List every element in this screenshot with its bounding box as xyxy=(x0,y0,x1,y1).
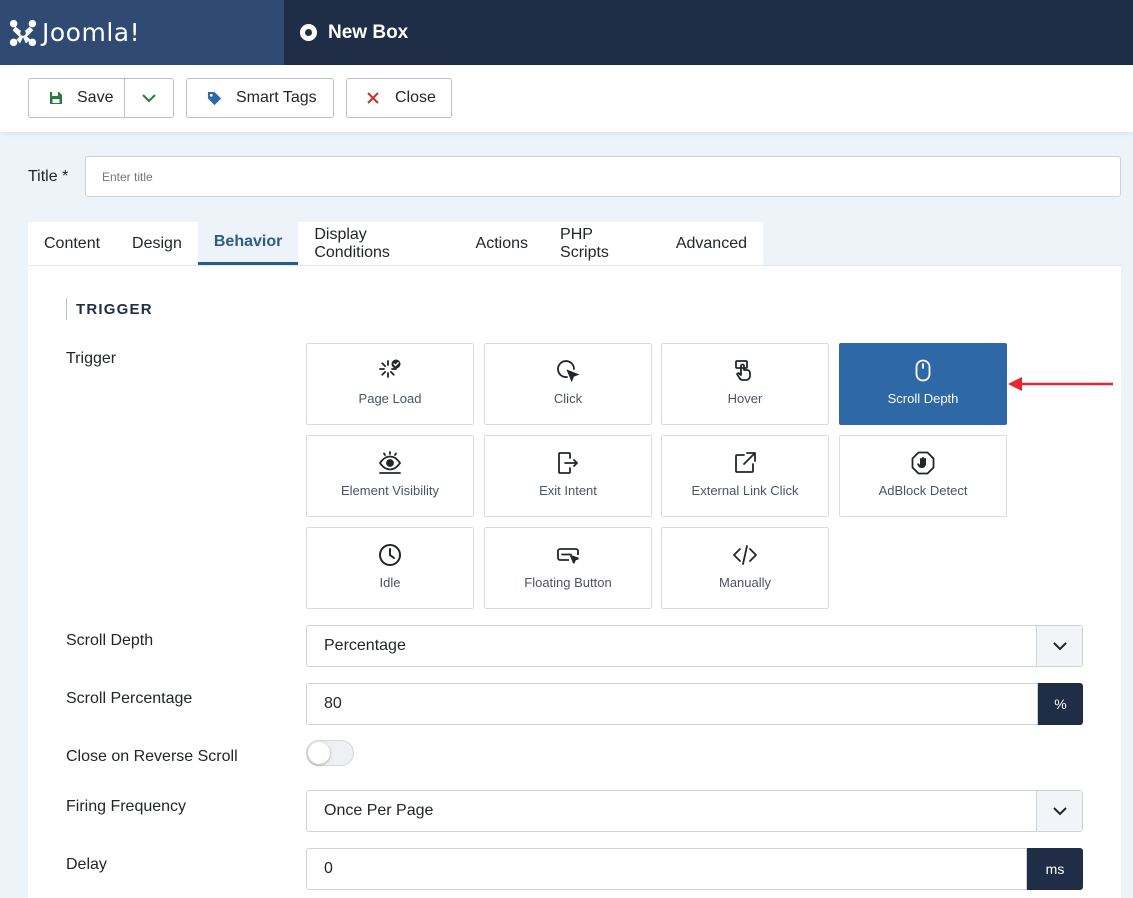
title-label: Title * xyxy=(28,168,69,185)
exit-icon xyxy=(558,452,578,474)
close-on-reverse-toggle[interactable] xyxy=(306,740,354,766)
tab-bar: Content Design Behavior Display Conditio… xyxy=(28,222,763,265)
trigger-label: Trigger xyxy=(66,350,117,367)
trigger-option-label: Exit Intent xyxy=(539,483,597,498)
trigger-external-link-click[interactable]: External Link Click xyxy=(661,435,829,517)
adblock-icon xyxy=(911,451,935,475)
trigger-idle[interactable]: Idle xyxy=(306,527,474,609)
code-icon xyxy=(733,545,757,565)
toggle-knob xyxy=(308,742,330,764)
trigger-option-label: Element Visibility xyxy=(340,483,440,498)
tab-design[interactable]: Design xyxy=(116,222,198,265)
chevron-down-icon xyxy=(142,94,156,103)
eye-icon xyxy=(378,451,402,474)
trigger-option-label: Hover xyxy=(727,391,763,406)
trigger-options: Page Load Click Hover Scroll Depth Eleme… xyxy=(306,343,1007,609)
section-heading: TRIGGER xyxy=(66,298,153,320)
firing-frequency-label: Firing Frequency xyxy=(66,798,187,815)
floating-button-icon xyxy=(557,548,579,564)
save-options-dropdown[interactable] xyxy=(125,79,173,117)
ms-unit: ms xyxy=(1027,848,1083,890)
click-icon xyxy=(557,360,580,383)
delay-label: Delay xyxy=(66,856,107,873)
trigger-floating-button[interactable]: Floating Button xyxy=(484,527,652,609)
trigger-option-label: Floating Button xyxy=(524,575,612,590)
trigger-option-label: AdBlock Detect xyxy=(878,483,968,498)
tab-content[interactable]: Content xyxy=(28,222,116,265)
hover-icon xyxy=(735,360,751,381)
trigger-element-visibility[interactable]: Element Visibility xyxy=(306,435,474,517)
trigger-option-label: Page Load xyxy=(358,391,422,406)
tag-icon xyxy=(207,91,222,106)
joomla-logo[interactable]: Joomla! xyxy=(0,0,284,65)
smart-tags-button[interactable]: Smart Tags xyxy=(186,78,334,118)
save-button[interactable]: Save xyxy=(29,79,125,117)
scroll-percentage-group: 80 % xyxy=(306,683,1083,725)
title-input[interactable] xyxy=(85,156,1121,197)
trigger-option-label: Idle xyxy=(379,575,401,590)
trigger-option-label: Scroll Depth xyxy=(887,391,959,406)
tab-advanced[interactable]: Advanced xyxy=(660,222,763,265)
trigger-manually[interactable]: Manually xyxy=(661,527,829,609)
firing-frequency-select[interactable]: Once Per Page xyxy=(306,790,1083,832)
external-link-icon xyxy=(735,452,756,473)
close-on-reverse-label: Close on Reverse Scroll xyxy=(66,748,238,765)
tab-behavior[interactable]: Behavior xyxy=(197,222,299,265)
trigger-scroll-depth[interactable]: Scroll Depth xyxy=(839,343,1007,425)
smart-tags-label: Smart Tags xyxy=(236,89,317,106)
record-icon xyxy=(300,24,317,41)
trigger-exit-intent[interactable]: Exit Intent xyxy=(484,435,652,517)
close-button[interactable]: Close xyxy=(346,78,452,118)
save-button-group: Save xyxy=(28,78,174,118)
chevron-down-icon xyxy=(1036,626,1082,666)
toolbar: Save Smart Tags Close xyxy=(0,65,1133,132)
joomla-icon xyxy=(9,19,37,46)
mouse-icon xyxy=(915,359,931,382)
close-label: Close xyxy=(395,89,436,106)
close-icon xyxy=(367,92,379,104)
delay-input[interactable]: 0 xyxy=(306,848,1027,890)
scroll-depth-label: Scroll Depth xyxy=(66,632,154,649)
save-label: Save xyxy=(77,89,114,106)
scroll-percentage-input[interactable]: 80 xyxy=(306,683,1038,725)
page-title: New Box xyxy=(300,0,408,65)
scroll-depth-select[interactable]: Percentage xyxy=(306,625,1083,667)
scroll-percentage-label: Scroll Percentage xyxy=(66,690,193,707)
percent-unit: % xyxy=(1038,683,1083,725)
firing-frequency-value: Once Per Page xyxy=(324,802,434,819)
tab-actions[interactable]: Actions xyxy=(460,222,544,265)
page-title-text: New Box xyxy=(328,21,409,43)
page-load-icon xyxy=(379,359,401,378)
trigger-hover[interactable]: Hover xyxy=(661,343,829,425)
brand-name: Joomla! xyxy=(42,18,141,47)
behavior-panel: TRIGGER Trigger Page Load Click Hover Sc… xyxy=(28,265,1121,898)
trigger-option-label: External Link Click xyxy=(691,483,799,498)
tab-php-scripts[interactable]: PHP Scripts xyxy=(544,222,660,265)
trigger-adblock-detect[interactable]: AdBlock Detect xyxy=(839,435,1007,517)
clock-icon xyxy=(379,544,401,566)
floppy-disk-icon xyxy=(49,91,63,105)
tab-display-conditions[interactable]: Display Conditions xyxy=(298,222,459,265)
annotation-arrow-icon xyxy=(1008,377,1113,391)
delay-group: 0 ms xyxy=(306,848,1083,890)
trigger-option-label: Click xyxy=(553,391,583,406)
trigger-page-load[interactable]: Page Load xyxy=(306,343,474,425)
chevron-down-icon xyxy=(1036,791,1082,831)
trigger-option-label: Manually xyxy=(718,575,772,590)
top-bar: Joomla! New Box xyxy=(0,0,1133,65)
trigger-click[interactable]: Click xyxy=(484,343,652,425)
scroll-depth-value: Percentage xyxy=(324,637,406,654)
